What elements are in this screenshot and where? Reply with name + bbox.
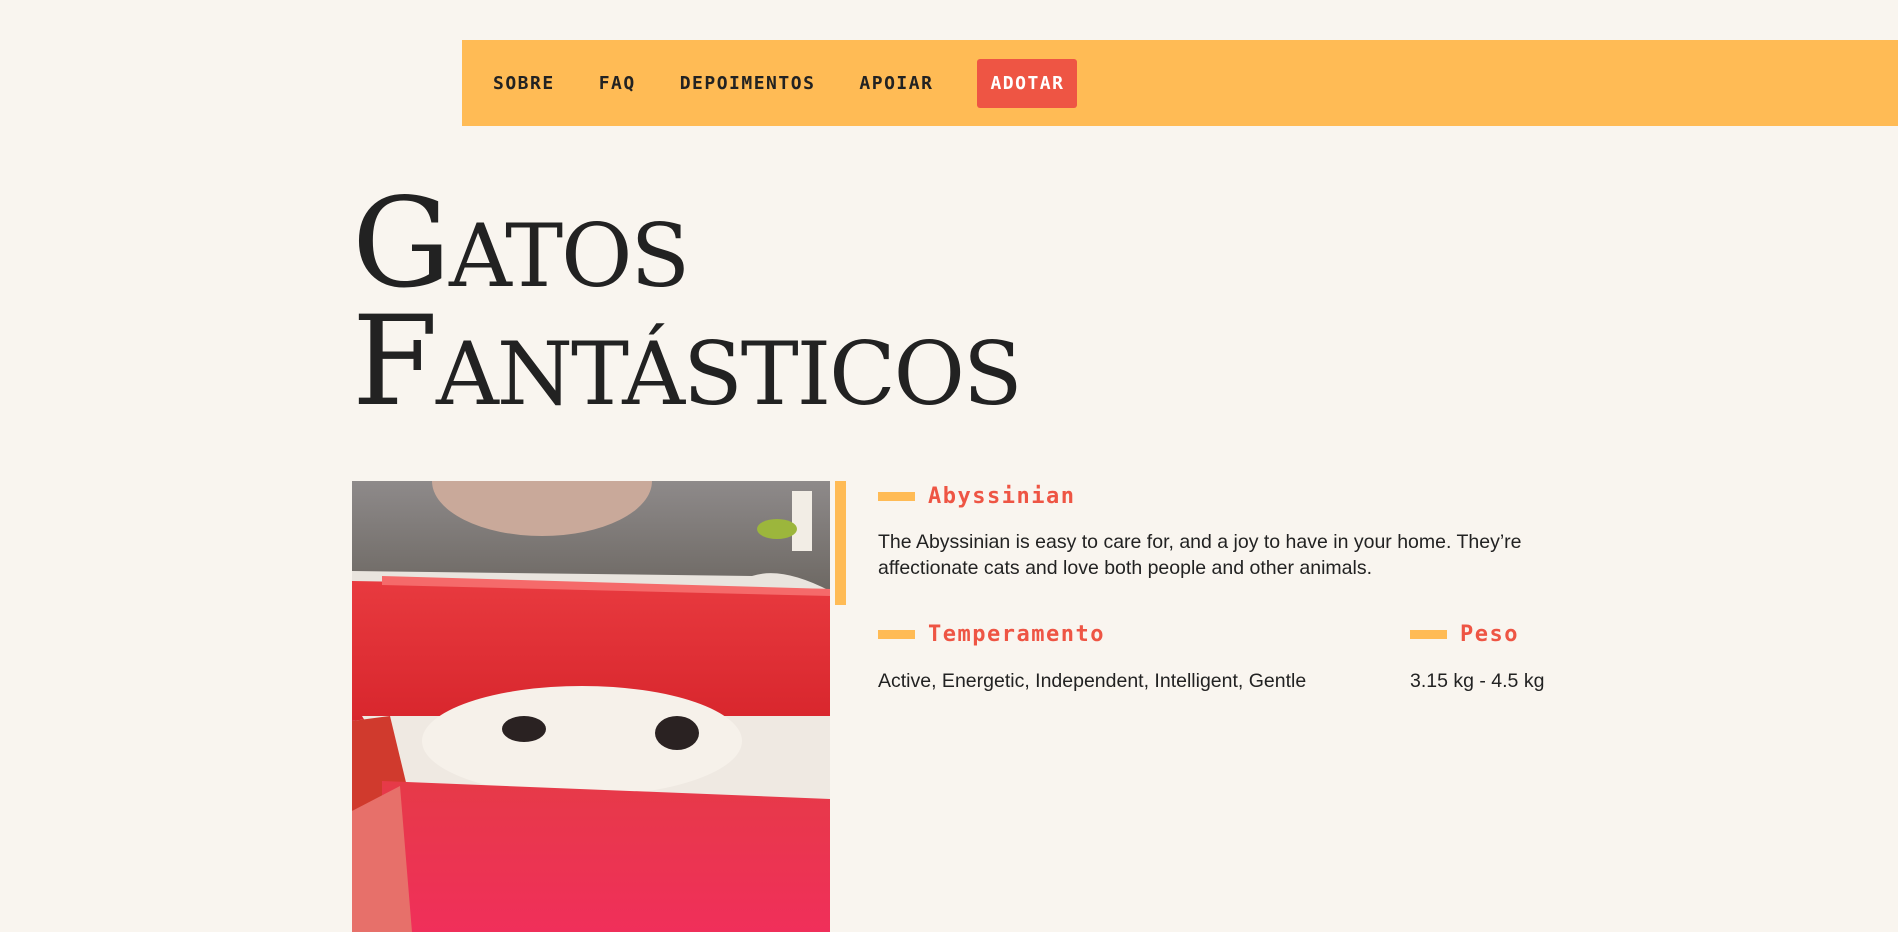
adopt-button[interactable]: ADOTAR [977, 58, 1078, 108]
cat-in-box-image [352, 481, 830, 932]
weight-value: 3.15 kg - 4.5 kg [1410, 670, 1545, 692]
breed-name-heading: Abyssinian [878, 484, 1075, 509]
heading-bar-decoration [878, 492, 915, 501]
photo-accent-bar [835, 481, 846, 605]
nav-link-apoiar[interactable]: APOIAR [859, 73, 933, 94]
temperament-heading: Temperamento [878, 622, 1105, 647]
main-navbar: SOBRE FAQ DEPOIMENTOS APOIAR ADOTAR [462, 40, 1898, 126]
breed-name: Abyssinian [928, 484, 1076, 509]
nav-link-faq[interactable]: FAQ [599, 73, 636, 94]
breed-description: The Abyssinian is easy to care for, and … [878, 531, 1522, 579]
temperament-label: Temperamento [928, 622, 1105, 647]
heading-bar-decoration [878, 630, 915, 639]
page-title-line2: Fantásticos [352, 290, 1023, 434]
weight-heading: Peso [1410, 622, 1519, 647]
heading-bar-decoration [1410, 630, 1447, 639]
page-title: Gatos Fantásticos [352, 182, 1023, 424]
temperament-value: Active, Energetic, Independent, Intellig… [878, 670, 1307, 692]
weight-label: Peso [1460, 622, 1519, 647]
cat-photo [352, 481, 830, 932]
nav-link-depoimentos[interactable]: DEPOIMENTOS [680, 73, 816, 94]
nav-link-sobre[interactable]: SOBRE [493, 73, 555, 94]
